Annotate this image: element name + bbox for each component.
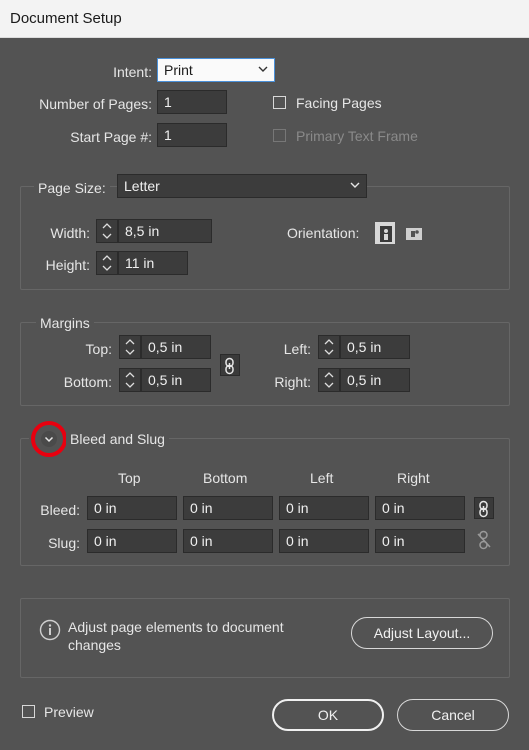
bleed-right-input[interactable]: 0 in	[375, 496, 465, 520]
preview-checkbox[interactable]	[22, 705, 35, 718]
page-size-label: Page Size:	[34, 180, 110, 196]
slug-top-input[interactable]: 0 in	[87, 529, 177, 553]
margin-left-input[interactable]: 0,5 in	[340, 335, 410, 359]
margin-top-spinner[interactable]	[119, 335, 141, 359]
ok-button[interactable]: OK	[272, 699, 384, 731]
margin-right-input[interactable]: 0,5 in	[340, 368, 410, 392]
intent-label: Intent:	[113, 64, 152, 80]
landscape-icon	[406, 228, 422, 240]
expand-chevron-icon	[41, 431, 57, 447]
pages-label: Number of Pages:	[39, 96, 152, 112]
landscape-button[interactable]	[402, 222, 422, 244]
spinner-arrows-icon	[125, 339, 135, 355]
slug-label: Slug:	[48, 535, 80, 551]
broken-link-icon	[477, 530, 491, 550]
slug-link-button[interactable]	[476, 530, 494, 552]
preview-label: Preview	[44, 704, 94, 720]
width-label: Width:	[50, 225, 90, 241]
cancel-button[interactable]: Cancel	[397, 699, 509, 731]
bleed-link-button[interactable]	[474, 497, 494, 519]
slug-bottom-input[interactable]: 0 in	[183, 529, 273, 553]
primary-text-frame-checkbox	[273, 129, 286, 142]
primary-text-frame-label: Primary Text Frame	[296, 128, 418, 144]
intent-select[interactable]: Print	[157, 58, 275, 82]
col-left-header: Left	[310, 470, 334, 486]
title-bar: Document Setup	[0, 0, 529, 38]
width-input[interactable]: 8,5 in	[118, 219, 212, 243]
slug-left-input[interactable]: 0 in	[279, 529, 369, 553]
info-icon-wrap	[39, 619, 61, 641]
chevron-down-icon	[350, 182, 360, 188]
intent-value: Print	[164, 62, 193, 78]
adjust-layout-button[interactable]: Adjust Layout...	[351, 617, 493, 649]
width-spinner[interactable]	[96, 219, 118, 243]
facing-pages-checkbox[interactable]	[273, 96, 286, 109]
bleed-left-input[interactable]: 0 in	[279, 496, 369, 520]
bleed-bottom-input[interactable]: 0 in	[183, 496, 273, 520]
col-right-header: Right	[397, 470, 430, 486]
spinner-arrows-icon	[102, 255, 112, 271]
col-top-header: Top	[118, 470, 141, 486]
bleed-slug-title: Bleed and Slug	[66, 431, 169, 447]
adjust-message: Adjust page elements to document changes	[68, 619, 284, 653]
chain-link-icon	[479, 500, 488, 518]
pages-input[interactable]: 1	[157, 90, 227, 114]
margins-link-button[interactable]	[220, 354, 240, 376]
page-size-select[interactable]: Letter	[117, 174, 367, 198]
margin-right-spinner[interactable]	[318, 368, 340, 392]
portrait-button[interactable]	[375, 222, 395, 244]
spinner-arrows-icon	[102, 223, 112, 239]
chevron-down-icon	[258, 66, 268, 72]
start-page-input[interactable]: 1	[157, 123, 227, 147]
spinner-arrows-icon	[125, 372, 135, 388]
page-size-group	[20, 186, 510, 290]
margin-bottom-spinner[interactable]	[119, 368, 141, 392]
margin-left-spinner[interactable]	[318, 335, 340, 359]
margin-right-label: Right:	[274, 374, 311, 390]
height-input[interactable]: 11 in	[118, 251, 188, 275]
height-spinner[interactable]	[96, 251, 118, 275]
bleed-top-input[interactable]: 0 in	[87, 496, 177, 520]
margin-top-label: Top:	[85, 341, 112, 357]
info-icon	[39, 619, 61, 641]
margins-group	[20, 322, 510, 406]
page-size-value: Letter	[124, 178, 160, 194]
margin-left-label: Left:	[283, 341, 311, 357]
spinner-arrows-icon	[324, 339, 334, 355]
margin-bottom-input[interactable]: 0,5 in	[141, 368, 211, 392]
height-label: Height:	[45, 257, 90, 273]
col-bottom-header: Bottom	[203, 470, 248, 486]
bleed-label: Bleed:	[40, 502, 80, 518]
start-page-label: Start Page #:	[70, 129, 152, 145]
window-title: Document Setup	[10, 10, 122, 27]
chain-link-icon	[225, 357, 234, 375]
facing-pages-label: Facing Pages	[296, 95, 382, 111]
margin-bottom-label: Bottom:	[63, 374, 112, 390]
bleed-expand-toggle[interactable]	[31, 421, 67, 457]
margin-top-input[interactable]: 0,5 in	[141, 335, 211, 359]
orientation-label: Orientation:	[287, 225, 360, 241]
portrait-icon	[380, 226, 392, 242]
spinner-arrows-icon	[324, 372, 334, 388]
margins-title: Margins	[36, 315, 94, 331]
slug-right-input[interactable]: 0 in	[375, 529, 465, 553]
